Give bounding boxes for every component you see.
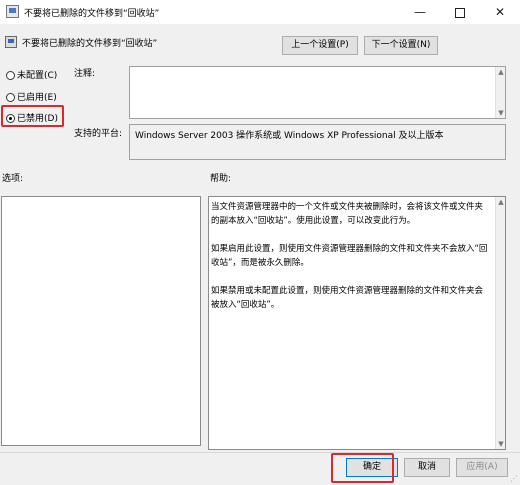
- options-label: 选项:: [2, 174, 24, 184]
- help-panel: 当文件资源管理器中的一个文件或文件夹被删除时，会将该文件或文件夹的副本放入“回收…: [208, 196, 506, 450]
- comment-label: 注释:: [74, 69, 96, 79]
- comment-scrollbar[interactable]: ▲ ▼: [495, 67, 505, 118]
- close-button[interactable]: ✕: [480, 0, 520, 24]
- help-paragraph: 当文件资源管理器中的一个文件或文件夹被删除时，会将该文件或文件夹的副本放入“回收…: [211, 202, 484, 226]
- radio-not-configured[interactable]: 未配置(C): [6, 68, 57, 81]
- policy-icon: [6, 5, 19, 18]
- footer-divider: [0, 452, 520, 453]
- radio-circle[interactable]: [6, 93, 15, 102]
- help-scrollbar[interactable]: ▲ ▼: [495, 197, 505, 449]
- setting-title: 不要将已删除的文件移到“回收站”: [22, 39, 158, 49]
- cancel-button[interactable]: 取消: [404, 458, 450, 477]
- scroll-down-icon[interactable]: ▼: [497, 440, 505, 448]
- radio-enabled[interactable]: 已启用(E): [6, 90, 57, 103]
- highlight-box-ok: [331, 453, 394, 483]
- platform-value: Windows Server 2003 操作系统或 Windows XP Pro…: [129, 124, 506, 160]
- setting-icon: [5, 36, 17, 48]
- scroll-down-icon[interactable]: ▼: [497, 109, 505, 117]
- next-setting-button[interactable]: 下一个设置(N): [364, 36, 438, 55]
- help-label: 帮助:: [210, 174, 232, 184]
- minimize-button[interactable]: —: [400, 0, 440, 24]
- previous-setting-button[interactable]: 上一个设置(P): [282, 36, 358, 55]
- help-paragraph: 如果启用此设置，则使用文件资源管理器删除的文件和文件夹不会放入“回收站”，而是被…: [211, 244, 488, 268]
- resize-grip-icon[interactable]: ⋰: [510, 474, 518, 483]
- comment-field[interactable]: ▲ ▼: [129, 66, 506, 119]
- maximize-button[interactable]: [440, 0, 480, 24]
- platform-label: 支持的平台:: [74, 129, 123, 139]
- help-paragraph: 如果禁用或未配置此设置，则使用文件资源管理器删除的文件和文件夹会被放入“回收站”…: [211, 286, 484, 310]
- window-title: 不要将已删除的文件移到“回收站”: [24, 9, 160, 19]
- radio-label: 未配置(C): [17, 71, 58, 81]
- radio-label: 已启用(E): [17, 93, 57, 103]
- title-bar: 不要将已删除的文件移到“回收站” — ✕: [0, 0, 520, 24]
- options-panel: [1, 196, 201, 446]
- maximize-icon: [455, 7, 465, 18]
- highlight-box-disabled: [1, 105, 64, 127]
- apply-button[interactable]: 应用(A): [456, 458, 508, 477]
- scroll-up-icon[interactable]: ▲: [497, 198, 505, 206]
- scroll-up-icon[interactable]: ▲: [497, 68, 505, 76]
- radio-circle[interactable]: [6, 71, 15, 80]
